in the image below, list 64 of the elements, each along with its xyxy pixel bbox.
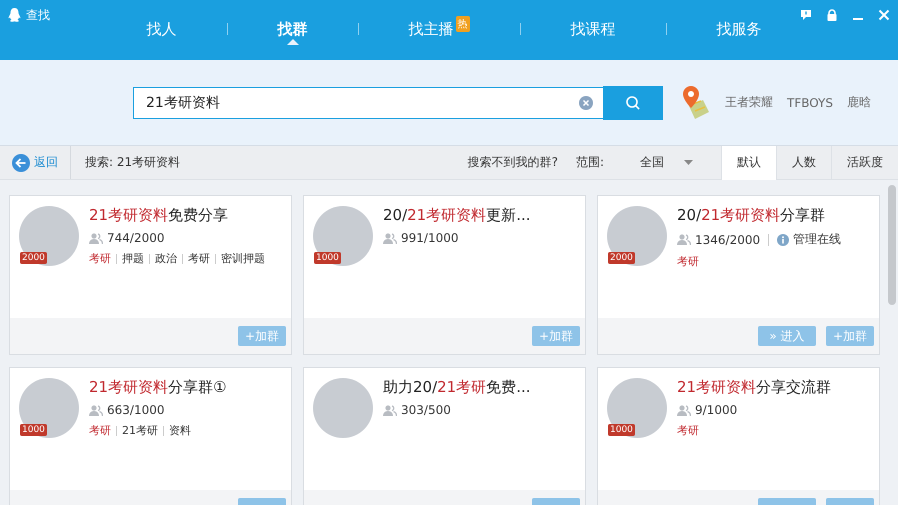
map-pin-icon[interactable] — [681, 86, 711, 120]
group-tag: 考研 — [677, 423, 699, 438]
capacity-badge: 1000 — [608, 424, 635, 436]
scrollbar-thumb[interactable] — [888, 185, 896, 305]
nav-tab[interactable]: 找群 — [278, 14, 308, 44]
search-button[interactable] — [603, 86, 663, 120]
back-button[interactable]: 返回 — [0, 146, 71, 179]
member-count: 744/2000 — [107, 231, 164, 245]
member-count: 663/1000 — [107, 403, 164, 417]
capacity-badge: 1000 — [314, 252, 341, 264]
group-title[interactable]: 助力20/21考研免费... — [383, 378, 531, 397]
people-icon — [89, 404, 103, 416]
search-icon — [625, 94, 641, 110]
close-icon[interactable] — [878, 9, 890, 21]
nav-tab[interactable]: 找服务 — [716, 14, 762, 44]
group-tag: 资料 — [169, 423, 191, 438]
help-link[interactable]: 搜索不到我的群? — [468, 154, 558, 171]
range-label: 范围: — [576, 154, 604, 171]
group-title[interactable]: 21考研资料分享交流群 — [677, 378, 832, 397]
people-icon — [677, 404, 691, 416]
group-tag: 考研 — [89, 423, 111, 438]
group-tag: 考研 — [677, 254, 699, 269]
group-title[interactable]: 20/21考研资料更新... — [383, 206, 531, 225]
admin-status: 管理在线 — [793, 231, 842, 248]
group-tag: 押题 — [122, 251, 144, 266]
group-tag: 政治 — [155, 251, 177, 266]
member-count: 1346/2000 — [695, 232, 760, 246]
hot-word-link[interactable]: TFBOYS — [787, 96, 833, 110]
people-icon — [383, 404, 397, 416]
capacity-badge: 2000 — [608, 252, 635, 264]
group-tag: 考研 — [89, 251, 111, 266]
nav-tab[interactable]: 找人 — [146, 14, 176, 44]
range-dropdown[interactable]: 全国 — [634, 153, 699, 172]
hot-word-link[interactable]: 鹿晗 — [847, 94, 871, 111]
window-title: 查找 — [26, 6, 51, 24]
clear-icon[interactable] — [579, 96, 593, 110]
people-icon — [677, 234, 691, 245]
hot-word-link[interactable]: 王者荣耀 — [725, 94, 773, 111]
feedback-icon[interactable] — [800, 9, 812, 21]
nav-tab[interactable]: 找课程 — [570, 14, 616, 44]
group-title[interactable]: 21考研资料分享群① — [89, 378, 227, 397]
capacity-badge: 2000 — [20, 252, 47, 264]
people-icon — [89, 232, 103, 244]
group-tag: 21考研 — [122, 423, 158, 438]
member-count: 303/500 — [401, 403, 451, 417]
search-field[interactable]: 21考研资料 — [133, 86, 603, 118]
caret-icon — [684, 160, 693, 165]
group-title[interactable]: 21考研资料免费分享 — [89, 206, 265, 225]
group-tag: 密训押题 — [221, 251, 265, 266]
info-icon — [777, 234, 790, 246]
search-query-label: 搜索: 21考研资料 — [85, 154, 182, 171]
nav-tab[interactable]: 找主播 热 — [408, 14, 470, 44]
lock-icon[interactable] — [826, 9, 838, 21]
group-tag: 考研 — [188, 251, 210, 266]
hot-badge: 热 — [456, 16, 470, 32]
penguin-icon — [8, 8, 21, 22]
group-title[interactable]: 20/21考研资料分享群 — [677, 206, 842, 225]
people-icon — [383, 232, 397, 244]
member-count: 991/1000 — [401, 231, 458, 245]
sort-tab[interactable]: 人数 — [776, 146, 831, 180]
sort-tab[interactable]: 活跃度 — [831, 146, 898, 180]
member-count: 9/1000 — [695, 403, 738, 417]
capacity-badge: 1000 — [20, 424, 47, 436]
sort-tab[interactable]: 默认 — [721, 146, 776, 180]
